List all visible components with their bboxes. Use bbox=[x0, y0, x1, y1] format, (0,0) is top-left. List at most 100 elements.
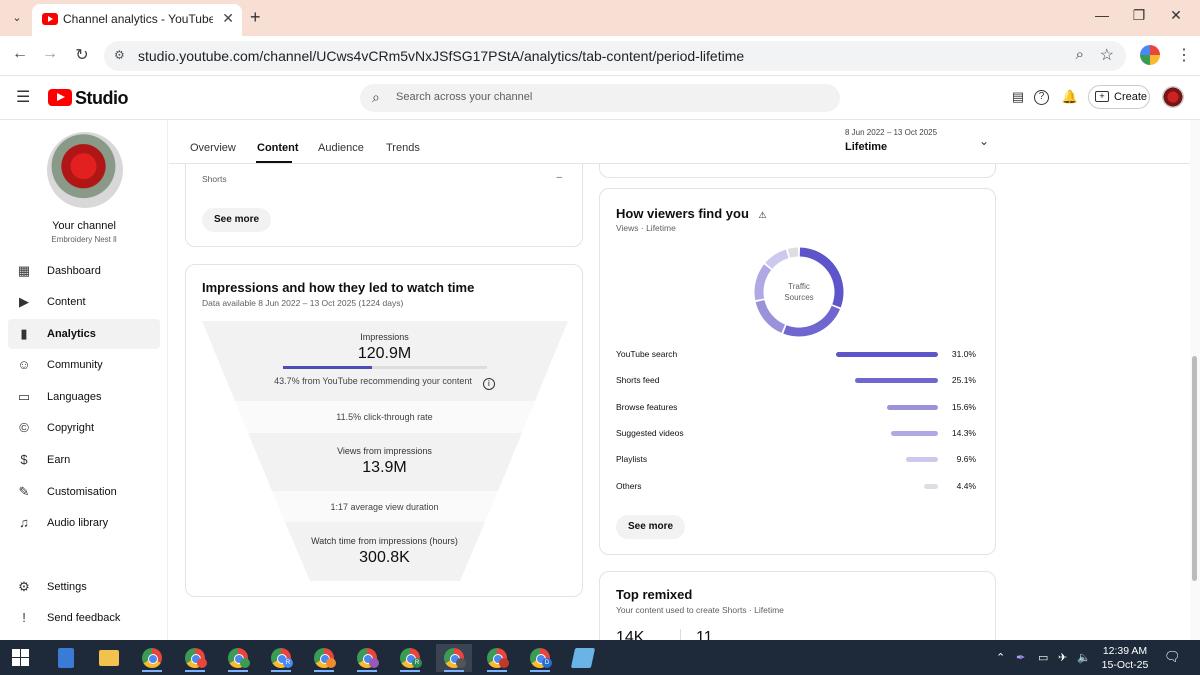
taskbar-app-chrome[interactable] bbox=[177, 644, 213, 672]
create-button[interactable]: + Create bbox=[1088, 85, 1150, 109]
minimize-button[interactable]: — bbox=[1092, 7, 1112, 23]
period-value[interactable]: Lifetime bbox=[845, 141, 887, 153]
traffic-source-row: Suggested videos 14.3% bbox=[616, 428, 976, 442]
taskbar-app-chrome[interactable] bbox=[479, 644, 515, 672]
profile-badge-icon bbox=[369, 658, 379, 668]
channel-avatar[interactable] bbox=[47, 132, 123, 208]
volume-icon[interactable]: 🔈 bbox=[1077, 651, 1091, 664]
dashboard-icon: ▦ bbox=[17, 263, 31, 278]
search-bar[interactable]: ⌕ bbox=[360, 84, 840, 112]
donut-label-line-2: Sources bbox=[784, 293, 814, 302]
help-icon[interactable]: ? bbox=[1034, 90, 1049, 105]
taskbar-app-chrome[interactable] bbox=[220, 644, 256, 672]
taskbar-app-chrome[interactable] bbox=[134, 644, 170, 672]
browser-menu-icon[interactable]: ⋮ bbox=[1176, 45, 1192, 65]
channel-handle: Embroidery Nest ll bbox=[51, 235, 117, 244]
sidebar-item-analytics[interactable]: ▮ Analytics bbox=[8, 319, 160, 349]
search-input[interactable] bbox=[396, 91, 816, 103]
viewers-card-title-text: How viewers find you bbox=[616, 206, 749, 221]
taskbar-app-chrome[interactable] bbox=[436, 644, 472, 672]
sidebar-item-community[interactable]: ☺ Community bbox=[8, 350, 160, 380]
notifications-bell-icon[interactable]: 🔔 bbox=[1061, 89, 1079, 105]
tab-search-chevron-icon[interactable]: ⌄ bbox=[8, 9, 26, 27]
sidebar-item-content[interactable]: ▶ Content bbox=[8, 287, 160, 317]
traffic-source-percent: 31.0% bbox=[951, 349, 976, 359]
shorts-row-label: Shorts bbox=[202, 174, 227, 184]
chevron-down-icon[interactable]: ⌄ bbox=[979, 134, 989, 148]
studio-logo-text[interactable]: Studio bbox=[75, 88, 129, 109]
warning-icon[interactable]: ⚠ bbox=[759, 210, 767, 220]
viewers-card-title: How viewers find you ⚠ bbox=[616, 206, 767, 221]
youtube-logo-icon[interactable] bbox=[48, 89, 72, 106]
tray-chevron-icon[interactable]: ⌃ bbox=[996, 651, 1005, 664]
omnibox[interactable]: ⚙ studio.youtube.com/channel/UCws4vCRm5v… bbox=[104, 41, 1126, 71]
taskbar-app-chrome[interactable] bbox=[349, 644, 385, 672]
window-close-button[interactable]: ✕ bbox=[1166, 7, 1186, 24]
sidebar: Your channel Embroidery Nest ll ▦ Dashbo… bbox=[0, 120, 168, 640]
sidebar-item-settings[interactable]: ⚙ Settings bbox=[8, 572, 160, 602]
see-more-button[interactable]: See more bbox=[202, 208, 272, 232]
new-tab-button[interactable]: + bbox=[250, 7, 261, 28]
back-icon[interactable]: ← bbox=[10, 45, 30, 63]
traffic-source-label: Shorts feed bbox=[616, 375, 660, 386]
browser-tab[interactable]: Channel analytics - YouTube Studio ✕ bbox=[32, 4, 242, 36]
scrollbar-thumb[interactable] bbox=[1192, 356, 1197, 581]
hamburger-menu-icon[interactable]: ☰ bbox=[16, 87, 30, 107]
forward-icon[interactable]: → bbox=[40, 45, 60, 63]
tab-audience[interactable]: Audience bbox=[318, 142, 364, 154]
sidebar-item-audio-library[interactable]: ♫ Audio library bbox=[8, 508, 160, 538]
sidebar-item-dashboard[interactable]: ▦ Dashboard bbox=[8, 256, 160, 286]
clock-date: 15-Oct-25 bbox=[1101, 659, 1149, 671]
sidebar-item-label: Content bbox=[47, 296, 86, 308]
taskbar-app-chrome[interactable]: R bbox=[392, 644, 428, 672]
profile-avatar-icon[interactable] bbox=[1140, 45, 1160, 65]
donut-label-line-1: Traffic bbox=[788, 282, 810, 291]
earn-icon: $ bbox=[20, 452, 28, 467]
zoom-icon[interactable]: ⌕ bbox=[1076, 46, 1084, 63]
taskbar-app-chrome[interactable]: D bbox=[522, 644, 558, 672]
profile-badge-icon: R bbox=[412, 658, 422, 668]
audio-library-icon: ♫ bbox=[19, 515, 29, 530]
url-text[interactable]: studio.youtube.com/channel/UCws4vCRm5vNx… bbox=[138, 48, 744, 64]
traffic-source-label: Others bbox=[616, 480, 642, 491]
taskbar-app-notepad[interactable] bbox=[565, 644, 601, 672]
windows-start-icon[interactable] bbox=[12, 649, 29, 666]
tab-content[interactable]: Content bbox=[257, 142, 299, 154]
taskbar-app-chrome[interactable] bbox=[306, 644, 342, 672]
search-icon[interactable]: ⌕ bbox=[372, 89, 380, 106]
info-icon[interactable]: i bbox=[482, 378, 495, 390]
settings-icon: ⚙ bbox=[18, 579, 30, 594]
impressions-card: Impressions and how they led to watch ti… bbox=[185, 264, 583, 597]
sidebar-item-customisation[interactable]: ✎ Customisation bbox=[8, 477, 160, 507]
subtitles-icon[interactable]: ▤ bbox=[1009, 89, 1027, 105]
tab-close-icon[interactable]: ✕ bbox=[222, 10, 234, 27]
sidebar-item-send-feedback[interactable]: ! Send feedback bbox=[8, 603, 160, 633]
bookmark-star-icon[interactable]: ☆ bbox=[1100, 45, 1114, 65]
period-range[interactable]: 8 Jun 2022 – 13 Oct 2025 bbox=[845, 128, 937, 137]
tab-trends[interactable]: Trends bbox=[386, 142, 420, 154]
tab-overview[interactable]: Overview bbox=[190, 142, 236, 154]
sidebar-item-languages[interactable]: ▭ Languages bbox=[8, 382, 160, 412]
pen-icon[interactable]: ✒ bbox=[1016, 651, 1025, 664]
restore-button[interactable]: ❐ bbox=[1129, 7, 1149, 24]
taskbar-app-calculator[interactable] bbox=[48, 644, 84, 672]
traffic-source-row: YouTube search 31.0% bbox=[616, 349, 976, 363]
see-more-button[interactable]: See more bbox=[616, 515, 686, 539]
profile-badge-icon bbox=[499, 658, 509, 668]
reload-icon[interactable]: ↻ bbox=[72, 45, 92, 65]
network-icon[interactable]: ✈ bbox=[1058, 651, 1067, 664]
taskbar-app-file-explorer[interactable] bbox=[91, 644, 127, 672]
views-value: 13.9M bbox=[362, 459, 407, 476]
page-scrollbar[interactable] bbox=[1190, 120, 1200, 640]
sidebar-item-earn[interactable]: $ Earn bbox=[8, 445, 160, 475]
sidebar-item-copyright[interactable]: © Copyright bbox=[8, 413, 160, 443]
watch-time-label: Watch time from impressions (hours) bbox=[311, 536, 458, 546]
system-clock[interactable]: 12:39 AM 15-Oct-25 bbox=[1098, 644, 1152, 672]
battery-icon[interactable]: ▭ bbox=[1038, 651, 1048, 664]
active-tab-indicator bbox=[256, 161, 292, 163]
site-info-icon[interactable]: ⚙ bbox=[114, 48, 125, 62]
taskbar-app-chrome[interactable]: R bbox=[263, 644, 299, 672]
traffic-source-percent: 14.3% bbox=[951, 427, 976, 438]
account-avatar[interactable] bbox=[1162, 86, 1184, 108]
notifications-center-icon[interactable]: 🗨 bbox=[1164, 649, 1181, 665]
